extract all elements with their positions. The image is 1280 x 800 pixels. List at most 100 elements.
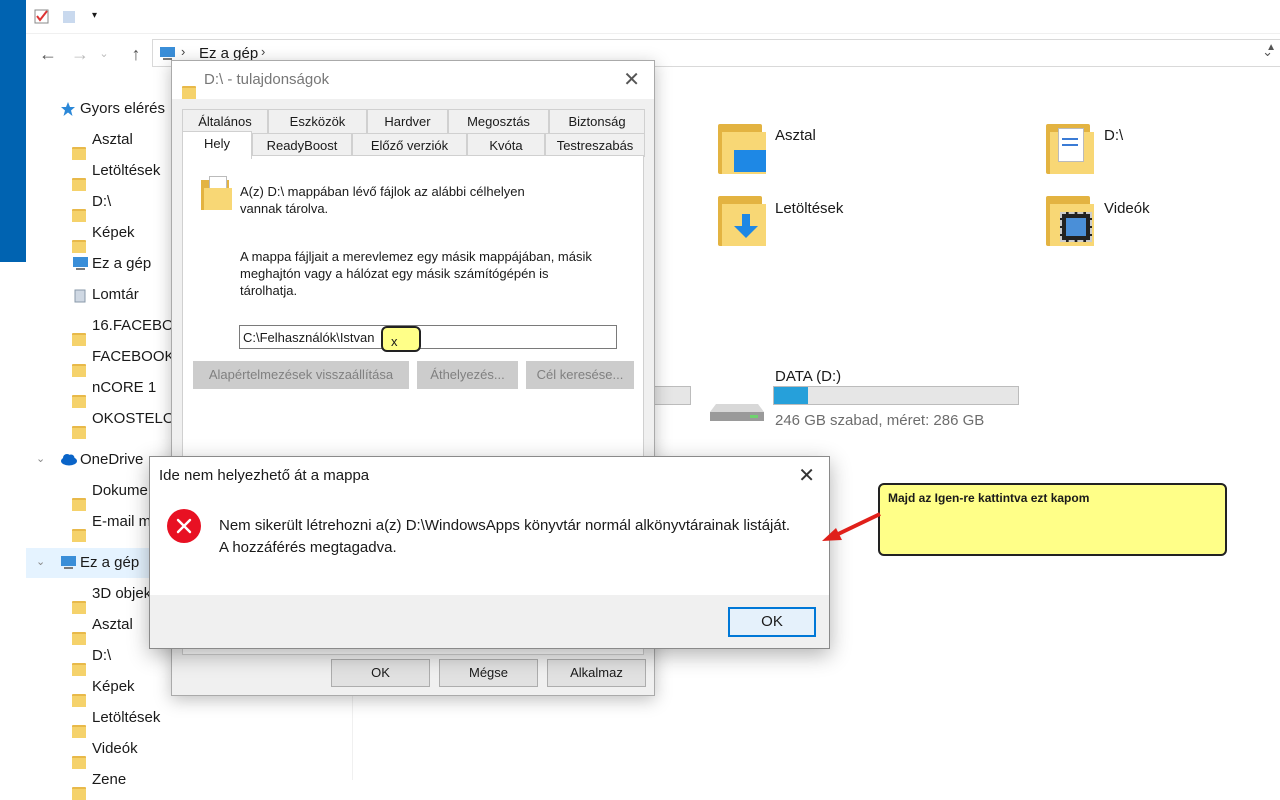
customize-toolbar-icon[interactable]: ▾ [92,10,108,26]
nav-item-label: D:\ [92,193,112,210]
nav-item[interactable]: Letöltések [26,703,353,738]
scroll-up-icon[interactable]: ▲ [1266,42,1276,53]
nav-item[interactable]: Zene [26,765,353,800]
tab-elozo-verziok[interactable]: Előző verziók [352,133,467,157]
annotation-arrow-icon [822,512,881,541]
close-icon[interactable]: ✕ [623,67,640,92]
nav-item-label: FACEBOOK [92,348,175,365]
expand-chevron-icon[interactable]: ⌄ [36,555,45,568]
error-dialog-title: Ide nem helyezhető át a mappa [159,467,370,484]
location-description-line2: vannak tárolva. [240,201,329,216]
nav-item-label: nCORE 1 [92,379,157,396]
move-description-line3: tárolhatja. [240,283,298,298]
document-folder-icon [72,648,88,676]
downloads-folder-icon [72,710,88,738]
desktop-folder-icon [72,617,88,645]
nav-item[interactable]: Videók [26,734,353,769]
folder-label[interactable]: D:\ [1104,127,1123,144]
nav-item-label: OKOSTELO [92,410,175,427]
annotation-note-x: x [381,326,421,352]
drive-name[interactable]: DATA (D:) [775,368,841,385]
videos-folder-icon [72,741,88,769]
folder-icon [72,380,88,408]
cloud-icon [60,452,77,468]
videos-folder-icon[interactable] [1046,192,1094,248]
error-ok-button[interactable]: OK [728,607,816,637]
breadcrumb-chevron-icon[interactable]: › [261,44,265,59]
properties-check-icon[interactable] [34,8,50,24]
tab-eszkozok[interactable]: Eszközök [268,109,367,133]
tab-hardver[interactable]: Hardver [367,109,448,133]
downloads-folder-icon[interactable] [718,192,766,248]
location-description-line1: A(z) D:\ mappában lévő fájlok az alábbi … [240,184,525,199]
folder-label[interactable]: Asztal [775,127,816,144]
move-description-line2: meghajtón vagy a hálózat egy másik számí… [240,266,549,281]
document-folder-icon [201,176,233,210]
close-icon[interactable]: ✕ [798,463,815,488]
expand-chevron-icon[interactable]: ⌄ [36,452,45,465]
back-arrow-icon[interactable]: ← [36,42,60,66]
restore-defaults-button[interactable]: Alapértelmezések visszaállítása [193,361,409,389]
find-target-button[interactable]: Cél keresése... [526,361,634,389]
desktop-folder-icon[interactable] [718,120,766,176]
desktop-folder-icon [72,132,88,160]
error-message: Nem sikerült létrehozni a(z) D:\WindowsA… [219,515,790,559]
breadcrumb-chevron-icon[interactable]: › [181,44,185,59]
3d-objects-folder-icon [72,586,88,614]
move-button[interactable]: Áthelyezés... [417,361,518,389]
tab-altalanos[interactable]: Általános [182,109,268,133]
tab-readyboost[interactable]: ReadyBoost [252,133,352,157]
forward-arrow-icon[interactable]: → [68,42,92,66]
nav-item-label: Asztal [92,616,133,633]
folder-icon [72,349,88,377]
nav-item-label: 3D objek [92,585,152,602]
recycle-bin-icon [72,287,88,303]
error-icon [167,509,201,543]
cancel-button[interactable]: Mégse [439,659,538,687]
music-folder-icon [72,772,88,800]
error-dialog: Ide nem helyezhető át a mappa ✕ Nem sike… [149,456,830,649]
tab-hely[interactable]: Hely [182,131,252,159]
nav-item-label: Letöltések [92,709,161,726]
tab-testreszabas[interactable]: Testreszabás [545,133,645,157]
nav-item-label: Letöltések [92,162,161,179]
nav-item-label: Képek [92,224,135,241]
folder-label[interactable]: Letöltések [775,200,843,217]
background-window-strip [0,0,26,262]
pictures-folder-icon [72,679,88,707]
computer-icon [72,256,88,272]
folder-label[interactable]: Videók [1104,200,1150,217]
apply-button[interactable]: Alkalmaz [547,659,646,687]
annotation-note: Majd az Igen-re kattintva ezt kapom [878,483,1227,556]
properties-titlebar: D:\ - tulajdonságok ✕ [172,61,654,99]
tab-megosztas[interactable]: Megosztás [448,109,549,133]
recent-chevron-icon[interactable]: ⌄ [92,42,116,66]
computer-icon [60,555,76,571]
move-description-line1: A mappa fájljait a merevlemez egy másik … [240,249,592,264]
up-arrow-icon[interactable]: ↑ [124,42,148,66]
downloads-folder-icon [72,163,88,191]
error-dialog-footer: OK [150,595,829,648]
folder-icon [72,483,88,511]
nav-item-label: Videók [92,740,138,757]
nav-item-label: Képek [92,678,135,695]
nav-item-label: D:\ [92,647,112,664]
location-path-input[interactable] [239,325,617,349]
new-folder-icon[interactable] [62,8,78,24]
ok-button[interactable]: OK [331,659,430,687]
drive-info: 246 GB szabad, méret: 286 GB [775,412,985,429]
nav-item-label: Dokume [92,482,148,499]
nav-item-label: Ez a gép [92,255,152,272]
error-message-line2: A hozzáférés megtagadva. [219,539,397,556]
document-folder-icon[interactable] [1046,120,1094,176]
background-window [0,262,26,780]
quick-access-toolbar: ▾ [26,0,1280,34]
document-folder-icon [72,194,88,222]
tab-biztonsag[interactable]: Biztonság [549,109,645,133]
hard-drive-icon[interactable] [710,400,764,422]
folder-icon [72,318,88,346]
tab-kvota[interactable]: Kvóta [467,133,545,157]
pictures-folder-icon [72,225,88,253]
folder-icon [72,514,88,542]
star-icon [60,101,76,117]
